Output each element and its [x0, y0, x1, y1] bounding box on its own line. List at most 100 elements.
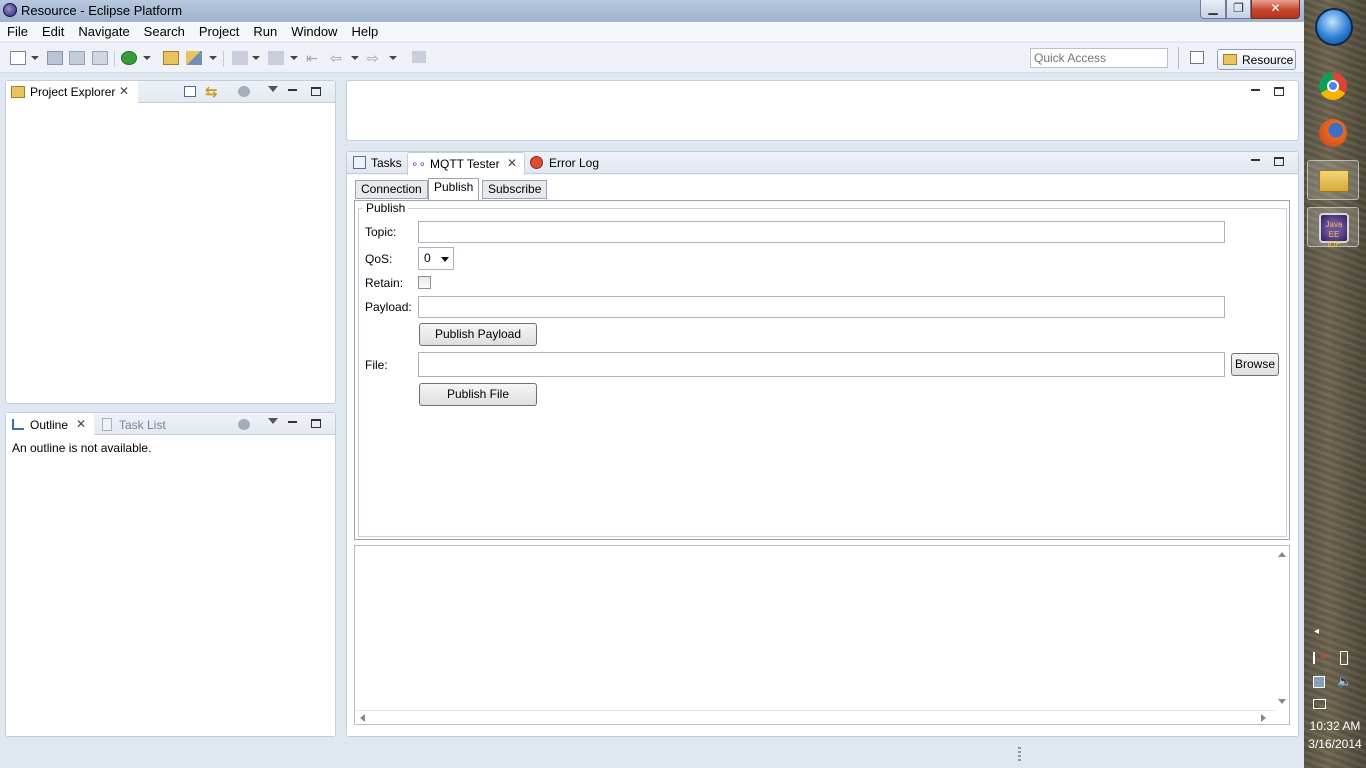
tab-mqtt-tester[interactable]: ∘∘ MQTT Tester ✕: [407, 152, 525, 175]
subtab-subscribe[interactable]: Subscribe: [482, 180, 548, 199]
taskbar-date[interactable]: 3/16/2014: [1306, 737, 1364, 751]
menu-project[interactable]: Project: [192, 22, 246, 42]
tab-project-explorer[interactable]: Project Explorer ✕: [6, 81, 138, 103]
log-horizontal-scrollbar[interactable]: [355, 710, 1275, 724]
close-tab-icon[interactable]: ✕: [119, 84, 129, 98]
windows-start-icon[interactable]: [1315, 8, 1353, 46]
save-all-icon[interactable]: [69, 51, 85, 65]
scroll-down-icon[interactable]: [1278, 699, 1286, 704]
open-type-dropdown-icon[interactable]: [209, 56, 217, 60]
run-icon[interactable]: [121, 51, 137, 65]
link-with-editor-icon[interactable]: ⇆: [205, 83, 218, 101]
pin-editor-icon[interactable]: [412, 51, 426, 63]
tab-error-log[interactable]: Error Log: [549, 156, 599, 170]
maximize-button[interactable]: ❐: [1226, 0, 1251, 19]
menu-bar: File Edit Navigate Search Project Run Window He…: [0, 22, 1304, 42]
view-menu-icon[interactable]: [268, 86, 278, 92]
minimize-view-icon[interactable]: [1251, 159, 1260, 161]
menu-window[interactable]: Window: [284, 22, 344, 42]
last-edit-icon[interactable]: ⇤: [306, 50, 318, 67]
display-icon[interactable]: [1313, 699, 1326, 709]
open-type-icon[interactable]: [186, 51, 202, 65]
taskbar-eclipse[interactable]: Java EE IDE: [1307, 207, 1359, 249]
scroll-left-icon[interactable]: [360, 714, 365, 722]
eclipse-app-icon: [3, 3, 17, 17]
next-annotation-dropdown-icon[interactable]: [252, 56, 260, 60]
browse-button[interactable]: Browse: [1231, 353, 1279, 376]
topic-label: Topic:: [365, 225, 397, 239]
print-icon[interactable]: [92, 51, 108, 65]
focus-icon[interactable]: [238, 419, 250, 430]
payload-input[interactable]: [418, 296, 1225, 318]
volume-icon[interactable]: 🔈: [1337, 674, 1352, 688]
focus-icon[interactable]: [238, 86, 250, 97]
publish-payload-button[interactable]: Publish Payload: [419, 323, 537, 346]
back-icon[interactable]: ⇦: [330, 50, 342, 67]
save-icon[interactable]: [47, 51, 63, 65]
subtab-connection[interactable]: Connection: [355, 180, 428, 199]
quick-access-input[interactable]: [1030, 48, 1168, 68]
open-perspective-icon[interactable]: [1190, 51, 1204, 64]
new-icon[interactable]: [10, 51, 26, 65]
tab-outline[interactable]: Outline ✕: [6, 413, 94, 436]
topic-input[interactable]: [418, 221, 1225, 243]
tasks-icon: [353, 156, 366, 169]
menu-file[interactable]: File: [0, 22, 35, 42]
menu-help[interactable]: Help: [344, 22, 385, 42]
close-window-button[interactable]: ✕: [1251, 0, 1300, 19]
file-input[interactable]: [418, 352, 1225, 377]
minimize-editor-icon[interactable]: [1251, 89, 1260, 91]
forward-icon[interactable]: ⇨: [367, 50, 379, 67]
menu-run[interactable]: Run: [246, 22, 284, 42]
qos-select[interactable]: 0: [418, 247, 454, 270]
chevron-down-icon: [441, 257, 449, 262]
menu-search[interactable]: Search: [137, 22, 192, 42]
close-tab-icon[interactable]: ✕: [76, 417, 86, 431]
collapse-all-icon[interactable]: [184, 86, 196, 97]
open-folder-icon[interactable]: [163, 51, 179, 65]
menu-navigate[interactable]: Navigate: [71, 22, 136, 42]
taskbar-time[interactable]: 10:32 AM: [1306, 719, 1364, 733]
error-log-icon: [530, 156, 543, 169]
maximize-view-icon[interactable]: [1274, 157, 1284, 166]
publish-file-button[interactable]: Publish File: [419, 383, 537, 406]
minimize-view-icon[interactable]: [288, 89, 297, 91]
battery-icon[interactable]: [1340, 651, 1348, 665]
minimize-view-icon[interactable]: [288, 421, 297, 423]
retain-checkbox[interactable]: [418, 276, 431, 289]
project-explorer-panel: [5, 80, 336, 404]
tab-tasks[interactable]: Tasks: [371, 156, 402, 170]
next-annotation-icon[interactable]: [232, 51, 248, 65]
show-hidden-icons-icon[interactable]: ◂: [1314, 626, 1319, 637]
new-dropdown-icon[interactable]: [31, 56, 39, 60]
scroll-right-icon[interactable]: [1261, 714, 1266, 722]
log-vertical-scrollbar[interactable]: [1275, 546, 1289, 708]
tab-task-list[interactable]: Task List: [119, 418, 166, 432]
previous-annotation-dropdown-icon[interactable]: [290, 56, 298, 60]
close-tab-icon[interactable]: ✕: [507, 156, 517, 170]
run-dropdown-icon[interactable]: [143, 56, 151, 60]
minimize-button[interactable]: ▁: [1200, 0, 1226, 19]
publish-group-label: Publish: [363, 201, 409, 215]
taskbar-file-explorer[interactable]: [1307, 160, 1359, 200]
scroll-up-icon[interactable]: [1278, 552, 1286, 557]
maximize-view-icon[interactable]: [311, 87, 321, 96]
back-dropdown-icon[interactable]: [351, 56, 359, 60]
subtab-publish[interactable]: Publish: [428, 178, 480, 200]
resource-perspective-button[interactable]: Resource: [1217, 49, 1296, 70]
maximize-editor-icon[interactable]: [1274, 87, 1284, 96]
status-grip-icon[interactable]: [1018, 747, 1021, 763]
view-menu-icon[interactable]: [268, 418, 278, 424]
previous-annotation-icon[interactable]: [268, 51, 284, 65]
menu-edit[interactable]: Edit: [35, 22, 71, 42]
file-explorer-icon: [1319, 170, 1349, 192]
window-title: Resource - Eclipse Platform: [21, 3, 183, 18]
maximize-view-icon[interactable]: [311, 419, 321, 428]
forward-dropdown-icon[interactable]: [389, 56, 397, 60]
qos-label: QoS:: [365, 252, 393, 266]
taskbar-firefox[interactable]: [1307, 113, 1359, 153]
taskbar-chrome[interactable]: [1307, 66, 1359, 106]
action-center-flag-icon[interactable]: ✕: [1313, 652, 1327, 664]
network-icon[interactable]: [1313, 676, 1325, 688]
message-log-area[interactable]: [354, 545, 1290, 725]
